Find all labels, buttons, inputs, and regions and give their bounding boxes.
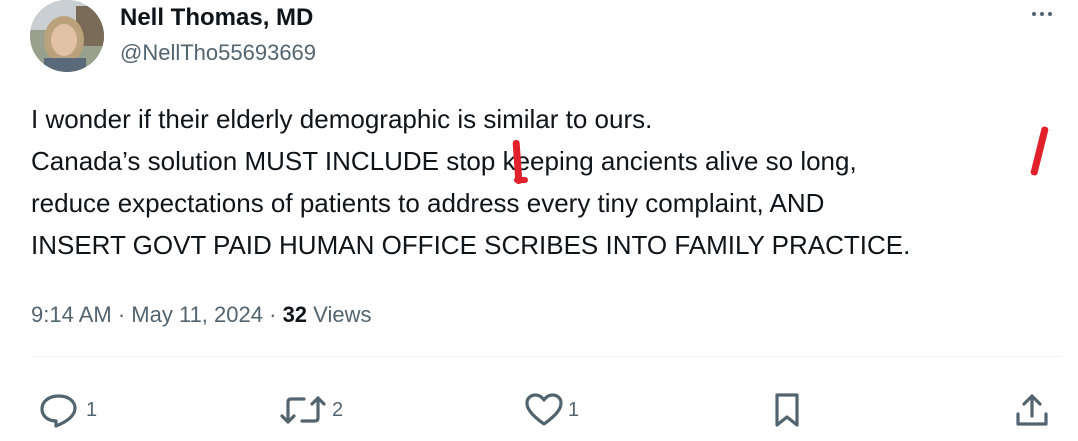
divider [31,356,1061,357]
reply-button[interactable]: 1 [36,392,97,428]
reply-icon [36,392,82,428]
meta-separator: · [269,302,277,327]
annotation-mark-left-foot [514,177,528,183]
tweet-time[interactable]: 9:14 AM [31,302,112,327]
views-label: Views [313,302,372,327]
avatar[interactable] [30,0,104,72]
reply-count: 1 [86,398,98,421]
meta-separator: · [117,302,126,327]
retweet-count: 2 [332,398,344,421]
views-count: 32 [282,302,308,327]
tweet-line: INSERT GOVT PAID HUMAN OFFICE SCRIBES IN… [31,230,911,260]
bookmark-icon [772,392,802,428]
like-button[interactable]: 1 [524,392,579,428]
tweet-meta: 9:14 AM · May 11, 2024 · 32 Views [31,302,371,328]
tweet-date[interactable]: May 11, 2024 [131,302,263,327]
tweet-line: I wonder if their elderly demographic is… [31,104,653,134]
tweet-line: Canada’s solution MUST INCLUDE stop keep… [31,146,857,176]
share-button[interactable] [1014,392,1050,428]
like-count: 1 [568,398,580,421]
author-name[interactable]: Nell Thomas, MD [120,4,313,32]
tweet-card: Nell Thomas, MD @NellTho55693669 I wonde… [0,0,1078,441]
share-icon [1014,392,1050,428]
more-icon[interactable] [1024,2,1060,26]
retweet-button[interactable]: 2 [278,392,343,428]
bookmark-button[interactable] [772,392,802,428]
author-handle[interactable]: @NellTho55693669 [120,40,316,66]
tweet-line: reduce expectations of patients to addre… [31,188,825,218]
tweet-text: I wonder if their elderly demographic is… [31,98,1041,266]
retweet-icon [278,392,328,428]
like-icon [524,392,564,428]
